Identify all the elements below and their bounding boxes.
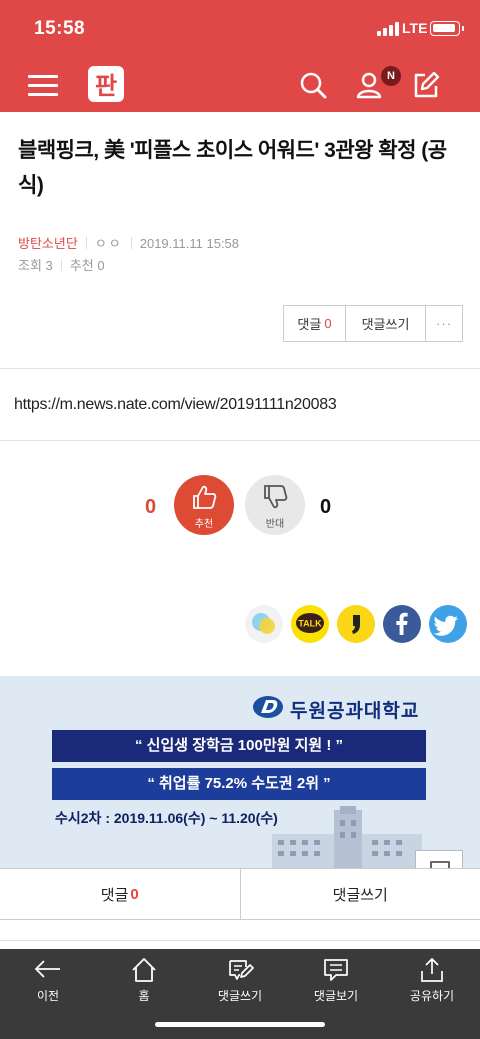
comment-bar: 댓글 0 댓글쓰기 [0,868,480,920]
ad-line-1: “ 신입생 장학금 100만원 지원 ! ” [52,730,426,762]
twitter-icon[interactable] [429,605,467,643]
up-vote-count: 0 [145,496,157,518]
thumbs-down-icon [264,485,288,509]
more-label: ··· [436,316,452,331]
svg-text:TALK: TALK [298,619,322,629]
kakao-story-icon[interactable] [245,605,283,643]
nav-back-label: 이전 [36,989,60,1003]
ad-school-name: 두원공과대학교 [290,701,420,722]
thumbs-up-icon [193,485,217,509]
oppose-label: 반대 [265,519,285,530]
views-label: 조회 [18,258,42,273]
bookmark-button[interactable] [415,850,463,868]
write-post-icon[interactable] [411,70,441,100]
nav-home[interactable]: 홈 [96,949,192,1009]
view-comments-button[interactable]: 댓글 0 [0,869,241,919]
network-type: LTE [402,20,428,36]
ad-banner[interactable]: 두원공과대학교 “ 신입생 장학금 100만원 지원 ! ” “ 취업률 75.… [0,676,480,868]
comment-view-icon [324,959,348,981]
ad-line-2: “ 취업률 75.2% 수도권 2위 ” [52,768,426,800]
recommend-label: 추천 [194,519,214,530]
nav-back[interactable]: 이전 [0,949,96,1009]
author-name[interactable]: 방탄소년단 [18,236,78,251]
comments-label: 댓글 [297,317,322,332]
nav-view-comments[interactable]: 댓글보기 [288,949,384,1009]
home-indicator [155,1022,325,1027]
write-icon [229,960,254,980]
article-link[interactable]: https://m.news.nate.com/view/20191111n20… [14,396,337,414]
ad-schedule: 수시2차 : 2019.11.06(수) ~ 11.20(수) [55,810,278,826]
facebook-icon[interactable] [383,605,421,643]
write-comment-label: 댓글쓰기 [361,317,410,332]
comments-count: 0 [130,885,139,903]
divider [0,940,480,941]
kakao-talk-icon[interactable]: TALK [291,605,329,643]
divider [0,440,480,441]
logo-text: 판 [95,72,117,100]
divider [0,368,480,369]
nav-share[interactable]: 공유하기 [384,949,480,1009]
comments-count: 0 [324,316,332,331]
article-title: 블랙핑크, 美 '피플스 초이스 어워드' 3관왕 확정 (공식) [18,139,447,197]
home-icon [132,958,156,982]
write-comment-label: 댓글쓰기 [332,886,388,904]
recommend-label: 추천 [69,258,94,273]
down-vote-count: 0 [320,496,332,518]
oppose-button[interactable]: 반대 [245,475,305,535]
app-header: 15:58 LTE 판 N [0,0,480,112]
notification-badge: N [381,66,401,86]
nav-home-label: 홈 [138,989,150,1003]
comments-label: 댓글 [100,886,129,904]
author-extra: ㅇㅇ [94,236,123,251]
views-count: 3 [45,258,53,273]
nav-bar: 판 N [0,58,480,112]
nav-view-comments-label: 댓글보기 [313,989,359,1003]
school-logo-icon [253,696,283,718]
kakao-page-icon[interactable] [337,605,375,643]
nav-write-comment-label: 댓글쓰기 [217,989,263,1003]
campus-building-image [272,806,422,868]
signal-icon [377,22,399,36]
article-meta: 방탄소년단 ㅇㅇ 2019.11.11 15:58 [18,233,239,252]
search-icon[interactable] [298,70,328,100]
back-arrow-icon [34,960,60,978]
comments-button[interactable]: 댓글 0 [284,306,346,341]
write-comment-button[interactable]: 댓글쓰기 [241,869,480,919]
share-icon [421,957,443,982]
pann-logo[interactable]: 판 [86,63,126,105]
write-comment-button[interactable]: 댓글쓰기 [346,306,426,341]
nav-share-label: 공유하기 [409,989,455,1003]
post-date: 2019.11.11 15:58 [139,236,240,251]
comment-actions: 댓글 0 댓글쓰기 ··· [283,305,463,342]
status-bar: 15:58 LTE [0,0,480,58]
recommend-button[interactable]: 추천 [174,475,234,535]
article-stats: 조회 3 추천 0 [18,255,105,274]
status-time: 15:58 [34,18,86,39]
battery-icon [430,21,464,36]
menu-icon[interactable] [28,73,58,97]
bottom-nav: 이전 홈 댓글쓰기 댓글보기 공유하기 [0,949,480,1039]
bookmark-add-icon [430,861,450,868]
more-button[interactable]: ··· [426,306,462,341]
nav-write-comment[interactable]: 댓글쓰기 [192,949,288,1009]
recommend-count: 0 [97,258,105,273]
